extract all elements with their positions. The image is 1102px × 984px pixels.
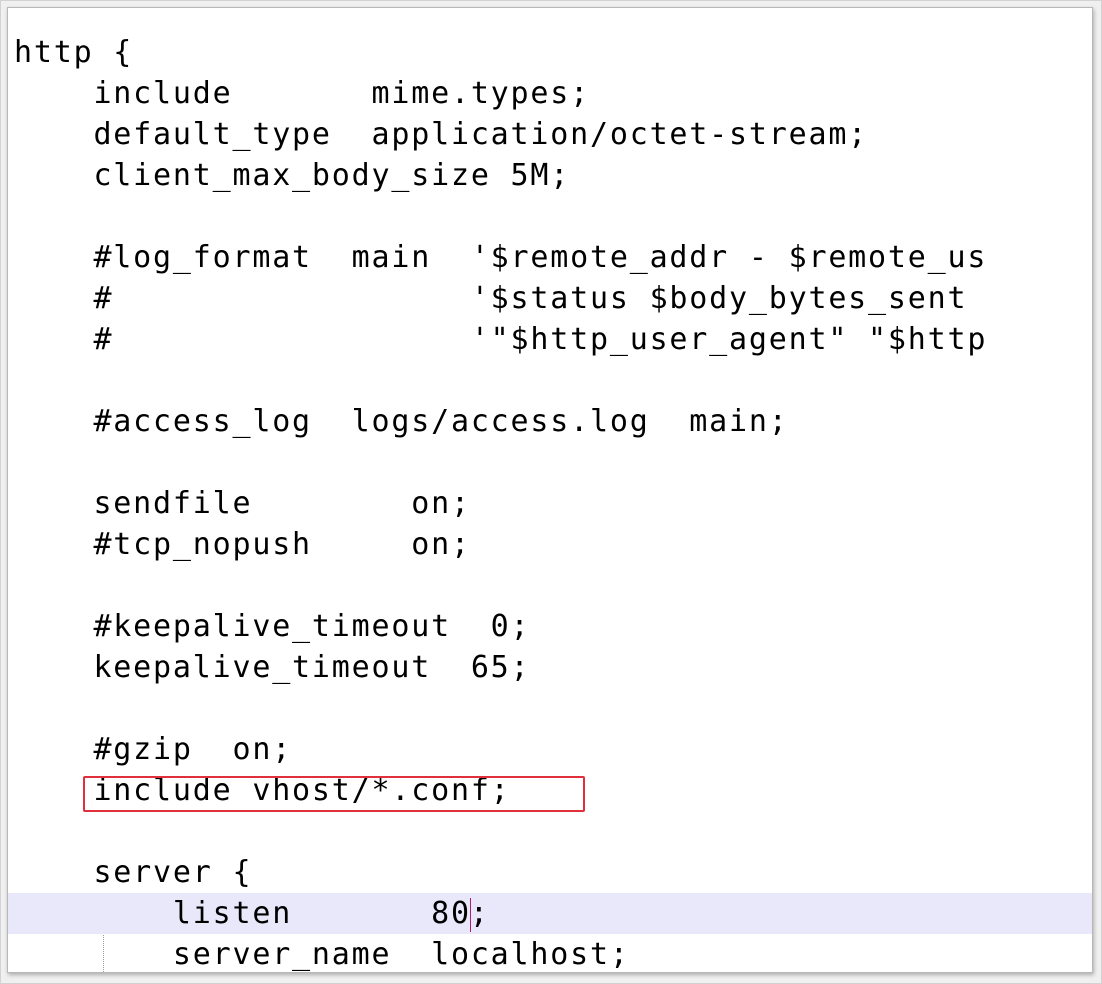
current-line-text: listen 80 <box>14 896 471 931</box>
code-line[interactable]: server_name localhost; <box>14 934 1092 972</box>
code-line[interactable]: # '"$http_user_agent" "$http <box>14 319 1092 360</box>
code-line[interactable] <box>14 811 1092 852</box>
code-line[interactable] <box>14 565 1092 606</box>
code-area[interactable]: http { include mime.types; default_type … <box>8 32 1092 972</box>
code-line[interactable]: #keepalive_timeout 0; <box>14 606 1092 647</box>
code-line[interactable]: sendfile on; <box>14 483 1092 524</box>
code-line[interactable]: #gzip on; <box>14 729 1092 770</box>
code-line[interactable]: #access_log logs/access.log main; <box>14 401 1092 442</box>
code-line[interactable]: #tcp_nopush on; <box>14 524 1092 565</box>
code-line[interactable] <box>14 442 1092 483</box>
current-code-line[interactable]: listen 80; <box>8 893 1092 934</box>
window-frame: http { include mime.types; default_type … <box>0 0 1102 984</box>
code-line[interactable]: keepalive_timeout 65; <box>14 647 1092 688</box>
code-line[interactable] <box>14 360 1092 401</box>
code-line[interactable]: http { <box>14 32 1092 73</box>
code-line[interactable]: default_type application/octet-stream; <box>14 114 1092 155</box>
code-line[interactable]: server { <box>14 852 1092 893</box>
code-editor[interactable]: http { include mime.types; default_type … <box>7 7 1093 973</box>
current-line-suffix: ; <box>469 896 490 931</box>
code-line[interactable]: #log_format main '$remote_addr - $remote… <box>14 237 1092 278</box>
code-line[interactable]: # '$status $body_bytes_sent <box>14 278 1092 319</box>
code-line[interactable] <box>14 196 1092 237</box>
code-line[interactable] <box>14 688 1092 729</box>
code-line[interactable]: include mime.types; <box>14 73 1092 114</box>
highlight-box <box>83 776 585 812</box>
code-line[interactable]: client_max_body_size 5M; <box>14 155 1092 196</box>
